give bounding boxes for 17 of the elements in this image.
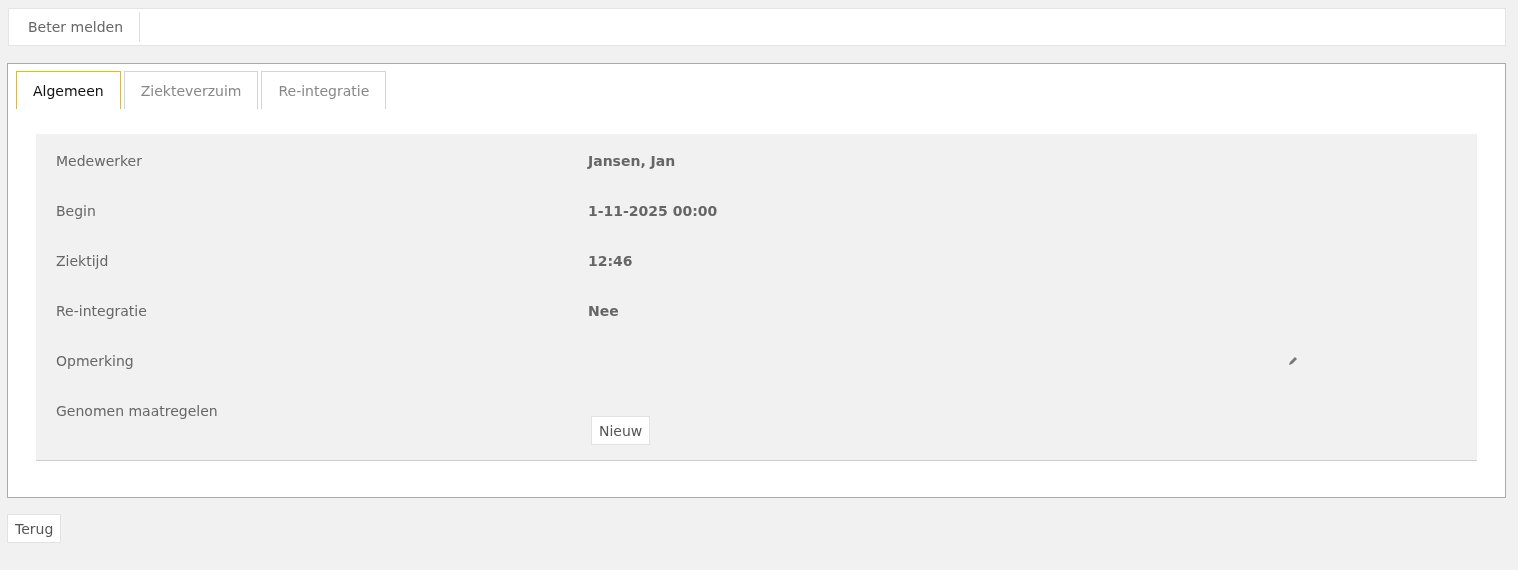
toolbar-button[interactable]: Beter melden	[9, 12, 141, 42]
field-label: Medewerker	[55, 153, 143, 169]
field-label: Genomen maatregelen	[55, 403, 219, 419]
field-label: Begin	[55, 203, 97, 219]
back-button[interactable]: Terug	[7, 514, 62, 543]
field-label: Re-integratie	[55, 303, 148, 319]
field-value: Jansen, Jan	[588, 153, 676, 169]
field-value: 1-11-2025 00:00	[588, 203, 718, 219]
tab[interactable]: Ziekteverzuim	[123, 71, 259, 109]
pencil-icon[interactable]	[1288, 356, 1298, 366]
tab[interactable]: Re-integratie	[261, 71, 387, 109]
field-value: 12:46	[588, 253, 633, 269]
field-label: Ziektijd	[55, 253, 110, 269]
field-label: Opmerking	[55, 353, 135, 369]
field-value: Nee	[588, 303, 619, 319]
new-button[interactable]: Nieuw	[591, 416, 651, 445]
tab[interactable]: Algemeen	[16, 71, 121, 109]
